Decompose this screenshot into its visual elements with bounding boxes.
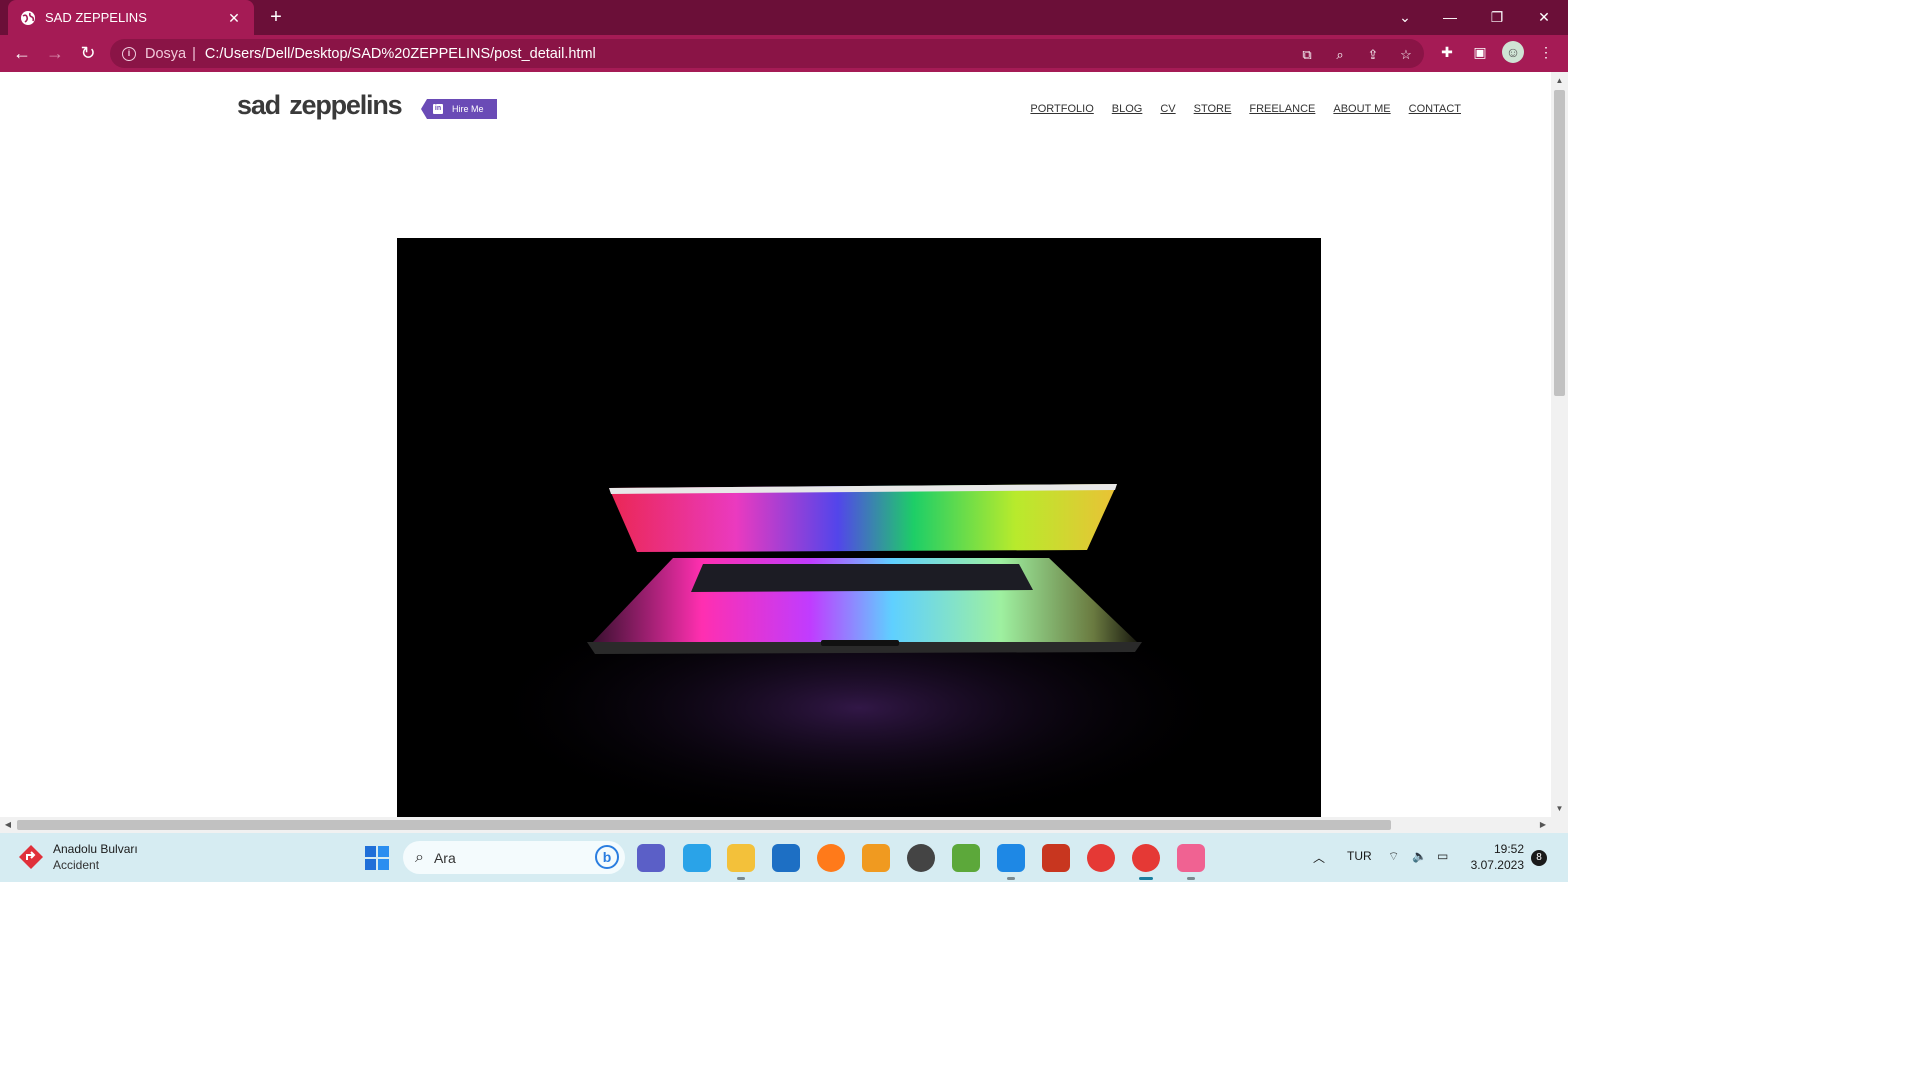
nav-portfolio[interactable]: PORTFOLIO (1030, 103, 1093, 115)
nav-freelance[interactable]: FREELANCE (1249, 103, 1315, 115)
zoom-icon[interactable]: ⌕ (1330, 45, 1350, 65)
chrome-profile-icon[interactable] (1132, 844, 1160, 880)
horizontal-scrollbar[interactable]: ◀ ▶ (0, 817, 1551, 833)
file-explorer-icon[interactable] (727, 844, 755, 880)
clock-time: 19:52 (1493, 842, 1524, 856)
close-tab-icon[interactable]: ✕ (226, 10, 242, 26)
dark-app-icon[interactable] (907, 844, 935, 872)
bing-icon[interactable]: b (595, 845, 619, 869)
nav-about-me[interactable]: ABOUT ME (1333, 103, 1390, 115)
clock-date: 3.07.2023 (1470, 858, 1524, 872)
windows-taskbar: Anadolu Bulvarı Accident ⌕ Ara b ︿ TUR ⌔… (0, 833, 1568, 882)
share-icon[interactable]: ⇪ (1363, 45, 1383, 65)
scroll-up-arrow-icon[interactable]: ▲ (1551, 72, 1568, 89)
weather-widget[interactable]: Anadolu Bulvarı Accident (18, 841, 138, 873)
scroll-right-arrow-icon[interactable]: ▶ (1535, 817, 1551, 833)
address-scheme: Dosya (145, 45, 187, 62)
mail-icon[interactable] (772, 844, 800, 872)
tab-title: SAD ZEPPELINS (45, 10, 147, 25)
site-info-icon[interactable]: i (122, 46, 136, 61)
bookmark-star-icon[interactable]: ☆ (1396, 45, 1416, 65)
volume-icon[interactable]: 🔈 (1412, 849, 1427, 863)
address-separator: | (192, 45, 196, 62)
traffic-alert-icon (19, 845, 43, 869)
linkedin-icon: in (433, 104, 443, 114)
notification-badge[interactable]: 8 (1531, 850, 1547, 866)
new-tab-button[interactable]: + (264, 6, 288, 30)
minimize-button[interactable]: — (1437, 6, 1463, 28)
language-indicator[interactable]: TUR (1347, 849, 1372, 863)
reload-button[interactable]: ↻ (75, 40, 101, 66)
show-hidden-icons-chevron-icon[interactable]: ︿ (1313, 849, 1325, 866)
tab-strip: SAD ZEPPELINS ✕ + ⌄ — ❐ ✕ (0, 0, 1568, 35)
hire-me-label: Hire Me (452, 104, 484, 114)
browser-tab[interactable]: SAD ZEPPELINS ✕ (8, 0, 254, 35)
horizontal-scroll-thumb[interactable] (17, 820, 1391, 830)
windows-start-icon[interactable] (364, 845, 390, 871)
weather-subtitle: Accident (53, 858, 100, 872)
nav-contact[interactable]: CONTACT (1409, 103, 1461, 115)
back-button[interactable]: ← (9, 40, 35, 66)
nav-blog[interactable]: BLOG (1112, 103, 1143, 115)
restore-button[interactable]: ❐ (1484, 6, 1510, 28)
profile-avatar[interactable]: ☺ (1502, 41, 1524, 63)
recorder-app-icon[interactable] (1042, 844, 1070, 872)
battery-icon[interactable]: ▭ (1437, 849, 1448, 863)
side-panel-icon[interactable]: ▣ (1469, 41, 1491, 63)
site-logo[interactable]: sad zeppelins (237, 90, 403, 121)
teams-chat-icon[interactable] (637, 844, 665, 872)
vertical-scroll-thumb[interactable] (1554, 90, 1565, 396)
search-icon: ⌕ (415, 848, 424, 866)
address-url[interactable]: C:/Users/Dell/Desktop/SAD%20ZEPPELINS/po… (205, 46, 596, 62)
store-icon[interactable] (683, 844, 711, 872)
system-clock[interactable]: 19:52 3.07.2023 (1466, 841, 1524, 873)
firefox-icon[interactable] (817, 844, 845, 872)
search-placeholder: Ara (433, 849, 456, 866)
close-window-button[interactable]: ✕ (1531, 6, 1557, 28)
vscode-icon[interactable] (997, 844, 1025, 880)
scroll-left-arrow-icon[interactable]: ◀ (0, 817, 16, 833)
taskbar-search[interactable]: ⌕ Ara b (403, 841, 625, 874)
browser-toolbar: ← → ↻ i Dosya | C:/Users/Dell/Desktop/SA… (0, 35, 1568, 72)
wifi-icon[interactable]: ⌔ (1388, 849, 1399, 864)
translate-icon[interactable]: ⧉ (1297, 45, 1317, 65)
forward-button[interactable]: → (42, 40, 68, 66)
menu-kebab-icon[interactable]: ⋮ (1535, 41, 1557, 63)
main-nav: PORTFOLIO BLOG CV STORE FREELANCE ABOUT … (1030, 103, 1461, 115)
hire-me-button[interactable]: in Hire Me (421, 99, 497, 119)
laptop-rainbow-glow-icon (479, 484, 1239, 817)
paint-app-icon[interactable] (952, 844, 980, 872)
git-app-icon[interactable] (1177, 844, 1205, 880)
nav-cv[interactable]: CV (1160, 103, 1175, 115)
scroll-down-arrow-icon[interactable]: ▼ (1551, 800, 1568, 817)
scroll-corner (1551, 817, 1568, 833)
vertical-scrollbar[interactable]: ▲ ▼ (1551, 72, 1568, 817)
hero-image (397, 238, 1321, 817)
tab-search-chevron-icon[interactable]: ⌄ (1392, 6, 1418, 28)
page-viewport: sad zeppelins in Hire Me PORTFOLIO BLOG … (0, 72, 1551, 817)
search-app-icon[interactable] (862, 844, 890, 872)
chrome-icon[interactable] (1087, 844, 1115, 872)
address-bar[interactable]: i Dosya | C:/Users/Dell/Desktop/SAD%20ZE… (110, 39, 1424, 68)
globe-icon (21, 10, 35, 25)
extensions-icon[interactable]: ✚ (1436, 41, 1458, 63)
nav-store[interactable]: STORE (1194, 103, 1232, 115)
weather-title: Anadolu Bulvarı (53, 842, 138, 856)
